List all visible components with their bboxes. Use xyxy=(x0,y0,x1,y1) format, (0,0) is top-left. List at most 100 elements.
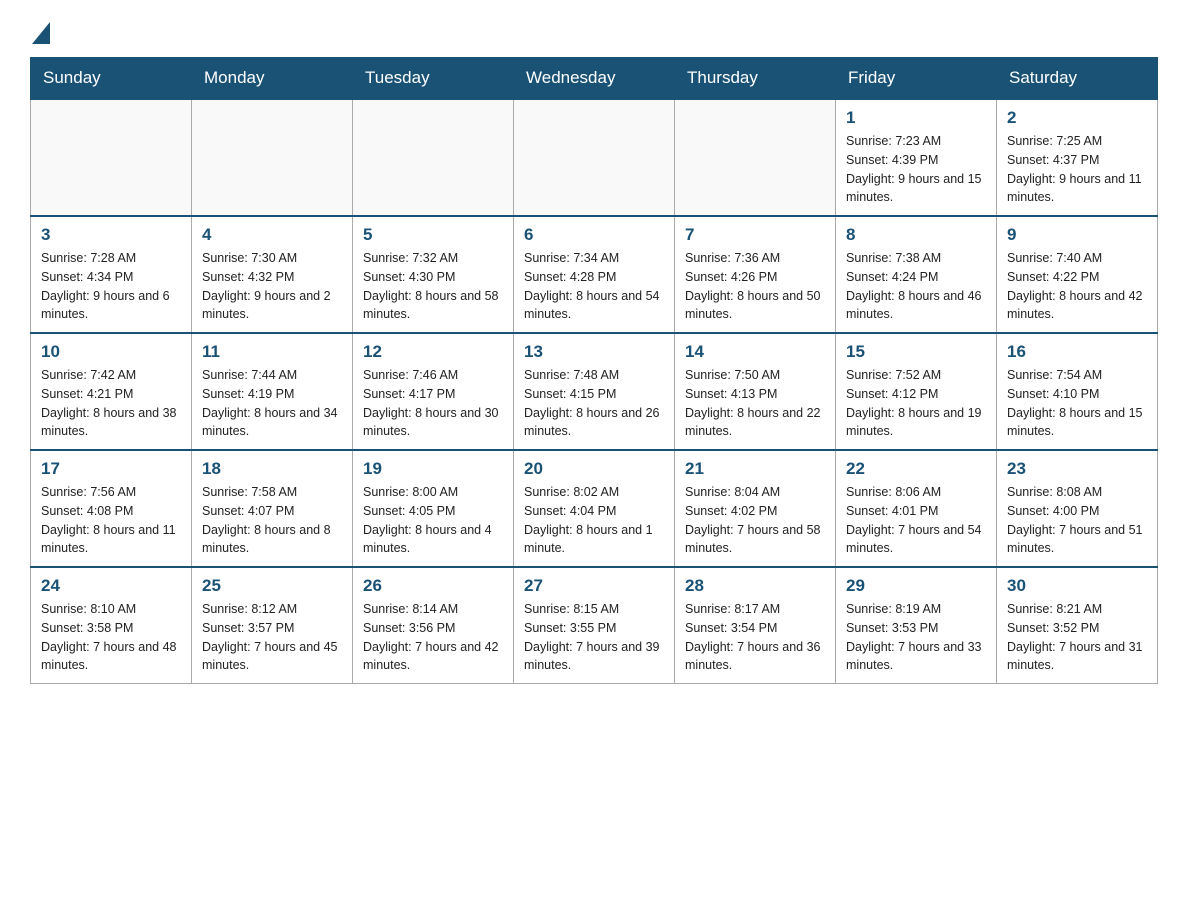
day-info: Sunrise: 8:17 AM Sunset: 3:54 PM Dayligh… xyxy=(685,600,825,675)
weekday-header-friday: Friday xyxy=(836,58,997,100)
weekday-header-thursday: Thursday xyxy=(675,58,836,100)
day-info: Sunrise: 7:46 AM Sunset: 4:17 PM Dayligh… xyxy=(363,366,503,441)
day-info: Sunrise: 7:42 AM Sunset: 4:21 PM Dayligh… xyxy=(41,366,181,441)
calendar-cell: 25 Sunrise: 8:12 AM Sunset: 3:57 PM Dayli… xyxy=(192,567,353,684)
calendar-cell: 6 Sunrise: 7:34 AM Sunset: 4:28 PM Daylig… xyxy=(514,216,675,333)
calendar-cell xyxy=(514,99,675,216)
calendar-cell xyxy=(31,99,192,216)
day-number: 9 xyxy=(1007,225,1147,245)
calendar-cell: 21 Sunrise: 8:04 AM Sunset: 4:02 PM Dayli… xyxy=(675,450,836,567)
calendar-cell: 29 Sunrise: 8:19 AM Sunset: 3:53 PM Dayli… xyxy=(836,567,997,684)
day-info: Sunrise: 7:32 AM Sunset: 4:30 PM Dayligh… xyxy=(363,249,503,324)
day-info: Sunrise: 7:38 AM Sunset: 4:24 PM Dayligh… xyxy=(846,249,986,324)
weekday-header-row: SundayMondayTuesdayWednesdayThursdayFrid… xyxy=(31,58,1158,100)
calendar-cell: 8 Sunrise: 7:38 AM Sunset: 4:24 PM Daylig… xyxy=(836,216,997,333)
day-number: 10 xyxy=(41,342,181,362)
calendar-cell: 10 Sunrise: 7:42 AM Sunset: 4:21 PM Dayli… xyxy=(31,333,192,450)
calendar-cell: 14Sunrise: 7:50 AM Sunset: 4:13 PM Dayli… xyxy=(675,333,836,450)
calendar-cell: 7 Sunrise: 7:36 AM Sunset: 4:26 PM Daylig… xyxy=(675,216,836,333)
day-number: 14 xyxy=(685,342,825,362)
calendar-cell: 11 Sunrise: 7:44 AM Sunset: 4:19 PM Dayli… xyxy=(192,333,353,450)
day-info: Sunrise: 7:30 AM Sunset: 4:32 PM Dayligh… xyxy=(202,249,342,324)
calendar-cell: 18 Sunrise: 7:58 AM Sunset: 4:07 PM Dayli… xyxy=(192,450,353,567)
calendar-week-row-4: 17 Sunrise: 7:56 AM Sunset: 4:08 PM Dayli… xyxy=(31,450,1158,567)
day-number: 4 xyxy=(202,225,342,245)
day-number: 15 xyxy=(846,342,986,362)
day-info: Sunrise: 8:21 AM Sunset: 3:52 PM Dayligh… xyxy=(1007,600,1147,675)
logo xyxy=(30,20,50,47)
day-info: Sunrise: 7:44 AM Sunset: 4:19 PM Dayligh… xyxy=(202,366,342,441)
day-number: 3 xyxy=(41,225,181,245)
calendar-cell: 13 Sunrise: 7:48 AM Sunset: 4:15 PM Dayli… xyxy=(514,333,675,450)
calendar-cell: 3 Sunrise: 7:28 AM Sunset: 4:34 PM Daylig… xyxy=(31,216,192,333)
day-info: Sunrise: 7:58 AM Sunset: 4:07 PM Dayligh… xyxy=(202,483,342,558)
calendar-cell: 12 Sunrise: 7:46 AM Sunset: 4:17 PM Dayli… xyxy=(353,333,514,450)
calendar-cell: 2Sunrise: 7:25 AM Sunset: 4:37 PM Daylig… xyxy=(997,99,1158,216)
day-number: 7 xyxy=(685,225,825,245)
day-info: Sunrise: 7:28 AM Sunset: 4:34 PM Dayligh… xyxy=(41,249,181,324)
day-number: 12 xyxy=(363,342,503,362)
day-info: Sunrise: 8:12 AM Sunset: 3:57 PM Dayligh… xyxy=(202,600,342,675)
calendar-week-row-3: 10 Sunrise: 7:42 AM Sunset: 4:21 PM Dayli… xyxy=(31,333,1158,450)
day-number: 24 xyxy=(41,576,181,596)
calendar-cell: 1Sunrise: 7:23 AM Sunset: 4:39 PM Daylig… xyxy=(836,99,997,216)
day-number: 2 xyxy=(1007,108,1147,128)
page-header xyxy=(30,20,1158,47)
day-info: Sunrise: 7:48 AM Sunset: 4:15 PM Dayligh… xyxy=(524,366,664,441)
day-number: 17 xyxy=(41,459,181,479)
day-number: 13 xyxy=(524,342,664,362)
day-number: 11 xyxy=(202,342,342,362)
day-number: 18 xyxy=(202,459,342,479)
day-number: 26 xyxy=(363,576,503,596)
day-number: 20 xyxy=(524,459,664,479)
calendar-week-row-1: 1Sunrise: 7:23 AM Sunset: 4:39 PM Daylig… xyxy=(31,99,1158,216)
calendar-cell: 5 Sunrise: 7:32 AM Sunset: 4:30 PM Daylig… xyxy=(353,216,514,333)
calendar-cell: 23 Sunrise: 8:08 AM Sunset: 4:00 PM Dayli… xyxy=(997,450,1158,567)
day-info: Sunrise: 8:15 AM Sunset: 3:55 PM Dayligh… xyxy=(524,600,664,675)
day-info: Sunrise: 8:00 AM Sunset: 4:05 PM Dayligh… xyxy=(363,483,503,558)
day-info: Sunrise: 7:54 AM Sunset: 4:10 PM Dayligh… xyxy=(1007,366,1147,441)
calendar-cell xyxy=(192,99,353,216)
day-number: 8 xyxy=(846,225,986,245)
day-info: Sunrise: 8:08 AM Sunset: 4:00 PM Dayligh… xyxy=(1007,483,1147,558)
calendar-cell: 9Sunrise: 7:40 AM Sunset: 4:22 PM Daylig… xyxy=(997,216,1158,333)
logo-triangle-icon xyxy=(32,22,50,44)
day-info: Sunrise: 8:04 AM Sunset: 4:02 PM Dayligh… xyxy=(685,483,825,558)
weekday-header-monday: Monday xyxy=(192,58,353,100)
calendar-cell: 15Sunrise: 7:52 AM Sunset: 4:12 PM Dayli… xyxy=(836,333,997,450)
calendar-cell: 24 Sunrise: 8:10 AM Sunset: 3:58 PM Dayli… xyxy=(31,567,192,684)
day-info: Sunrise: 7:23 AM Sunset: 4:39 PM Dayligh… xyxy=(846,132,986,207)
day-info: Sunrise: 8:19 AM Sunset: 3:53 PM Dayligh… xyxy=(846,600,986,675)
calendar-table: SundayMondayTuesdayWednesdayThursdayFrid… xyxy=(30,57,1158,684)
day-number: 5 xyxy=(363,225,503,245)
calendar-cell: 26 Sunrise: 8:14 AM Sunset: 3:56 PM Dayli… xyxy=(353,567,514,684)
calendar-cell: 30 Sunrise: 8:21 AM Sunset: 3:52 PM Dayli… xyxy=(997,567,1158,684)
day-number: 29 xyxy=(846,576,986,596)
day-number: 6 xyxy=(524,225,664,245)
calendar-cell xyxy=(353,99,514,216)
day-info: Sunrise: 8:06 AM Sunset: 4:01 PM Dayligh… xyxy=(846,483,986,558)
day-info: Sunrise: 8:10 AM Sunset: 3:58 PM Dayligh… xyxy=(41,600,181,675)
day-number: 30 xyxy=(1007,576,1147,596)
calendar-week-row-5: 24 Sunrise: 8:10 AM Sunset: 3:58 PM Dayli… xyxy=(31,567,1158,684)
day-info: Sunrise: 7:36 AM Sunset: 4:26 PM Dayligh… xyxy=(685,249,825,324)
day-info: Sunrise: 7:56 AM Sunset: 4:08 PM Dayligh… xyxy=(41,483,181,558)
calendar-cell: 27Sunrise: 8:15 AM Sunset: 3:55 PM Dayli… xyxy=(514,567,675,684)
day-info: Sunrise: 7:34 AM Sunset: 4:28 PM Dayligh… xyxy=(524,249,664,324)
day-number: 25 xyxy=(202,576,342,596)
weekday-header-wednesday: Wednesday xyxy=(514,58,675,100)
day-number: 22 xyxy=(846,459,986,479)
calendar-cell: 4 Sunrise: 7:30 AM Sunset: 4:32 PM Daylig… xyxy=(192,216,353,333)
calendar-cell: 16Sunrise: 7:54 AM Sunset: 4:10 PM Dayli… xyxy=(997,333,1158,450)
day-number: 23 xyxy=(1007,459,1147,479)
day-number: 19 xyxy=(363,459,503,479)
day-info: Sunrise: 8:14 AM Sunset: 3:56 PM Dayligh… xyxy=(363,600,503,675)
day-info: Sunrise: 8:02 AM Sunset: 4:04 PM Dayligh… xyxy=(524,483,664,558)
calendar-cell xyxy=(675,99,836,216)
weekday-header-tuesday: Tuesday xyxy=(353,58,514,100)
day-number: 28 xyxy=(685,576,825,596)
calendar-week-row-2: 3 Sunrise: 7:28 AM Sunset: 4:34 PM Daylig… xyxy=(31,216,1158,333)
day-number: 21 xyxy=(685,459,825,479)
weekday-header-saturday: Saturday xyxy=(997,58,1158,100)
calendar-cell: 17 Sunrise: 7:56 AM Sunset: 4:08 PM Dayli… xyxy=(31,450,192,567)
